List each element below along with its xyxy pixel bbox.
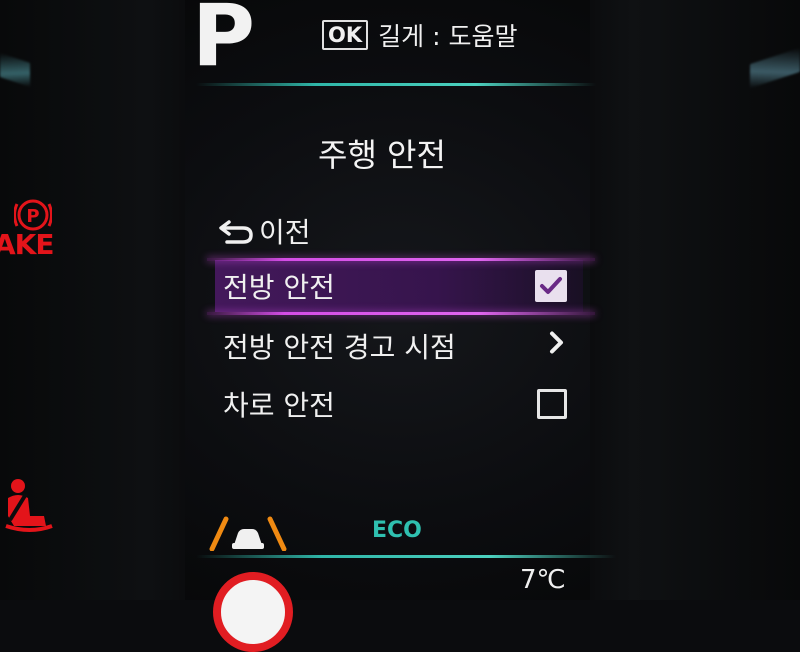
- menu-item-forward-safety[interactable]: 전방 안전: [207, 258, 595, 315]
- eco-mode-indicator: ECO: [372, 518, 422, 543]
- menu-item-label: 전방 안전: [223, 271, 335, 304]
- lane-safety-checkbox[interactable]: [537, 389, 567, 419]
- gear-indicator: P: [192, 0, 256, 86]
- seatbelt-warning-icon: [5, 479, 53, 532]
- menu-item-lane-safety[interactable]: 차로 안전: [215, 378, 583, 430]
- back-menu-item[interactable]: 이전: [215, 205, 583, 257]
- bottom-divider: [196, 555, 616, 558]
- lane-assist-icon: [209, 516, 287, 551]
- outside-temperature: 7℃: [520, 565, 566, 595]
- menu-item-forward-safety-warning-timing[interactable]: 전방 안전 경고 시점: [215, 320, 583, 372]
- back-label: 이전: [259, 216, 311, 249]
- ok-key-label: OK: [322, 20, 369, 50]
- help-hint-text: 길게 : 도움말: [378, 22, 518, 51]
- svg-text:P: P: [26, 206, 39, 227]
- checkmark-icon: [540, 277, 562, 294]
- menu-item-label: 전방 안전 경고 시점: [223, 331, 456, 364]
- help-hint: OK 길게 : 도움말: [322, 18, 517, 52]
- menu-item-label: 차로 안전: [223, 389, 335, 422]
- brake-warning-text: AKE: [0, 228, 54, 261]
- right-gauge-panel: [590, 0, 800, 600]
- chevron-right-icon: [547, 329, 567, 364]
- back-arrow-icon: [215, 216, 255, 246]
- menu-title: 주행 안전: [318, 136, 446, 174]
- forward-safety-checkbox[interactable]: [535, 270, 567, 302]
- top-divider: [196, 83, 596, 86]
- speed-limit-sign-icon: [213, 572, 293, 652]
